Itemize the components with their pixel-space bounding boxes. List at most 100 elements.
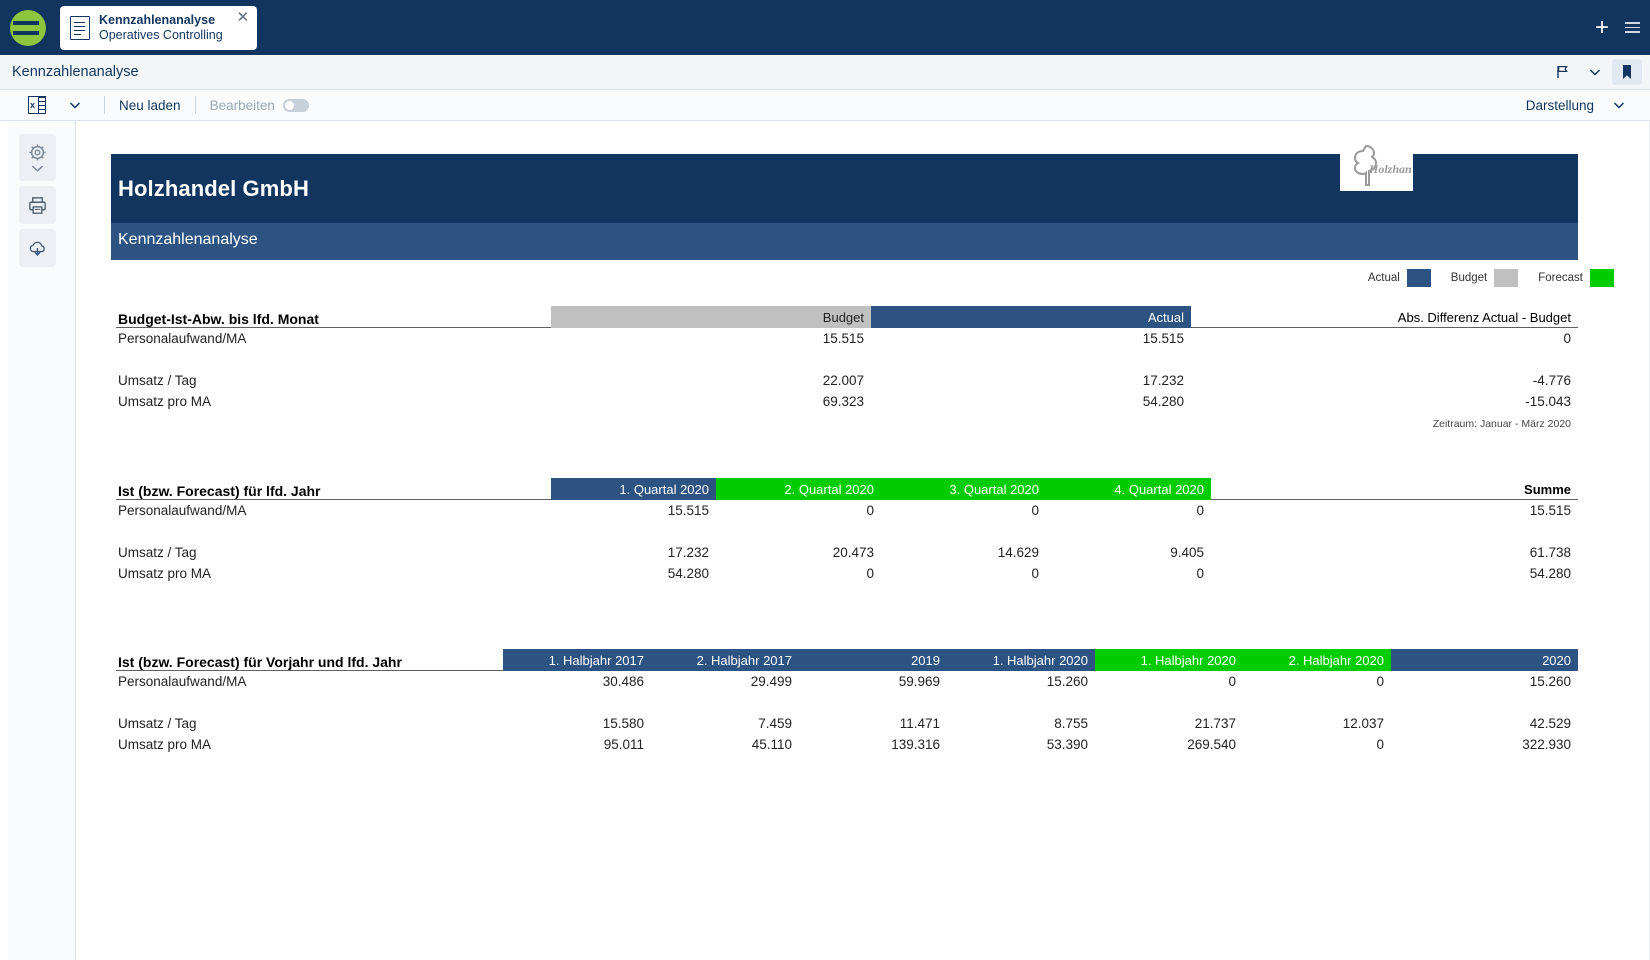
table-cell: 29.499 [750,674,792,689]
row-label: Umsatz pro MA [118,394,212,409]
table-cell: 322.930 [1522,737,1571,752]
table-cell: 95.011 [603,737,644,752]
table-cell: 0 [1563,331,1571,346]
row-label: Umsatz pro MA [118,566,212,581]
column-header: 2019 [799,649,947,671]
legend-swatch [1590,269,1614,287]
edit-toggle[interactable] [282,98,309,112]
table-cell [1095,692,1243,713]
table-cell: 15.260 [1529,674,1571,689]
legend-item: Forecast [1538,269,1614,287]
table-cell: 42.529 [1529,716,1571,731]
table-cell: 15.580 [602,716,644,731]
edit-label: Bearbeiten [209,97,275,113]
table-row: Umsatz pro MA 95.011 45.110 139.316 53.390 26… [111,734,1578,755]
document-tab[interactable]: Kennzahlenanalyse Operatives Controlling… [60,5,258,50]
table-cell: 15.515 [1142,331,1184,346]
table-row: Personalaufwand/MA 15.515 15.515 0 [111,328,1578,349]
document-icon [70,15,90,40]
legend-item: Budget [1450,269,1519,287]
table-cell: 0 [1196,566,1204,581]
table-cell [871,349,1191,370]
table-cell: 9.405 [1170,545,1204,560]
table-cell [1391,692,1578,713]
column-header: 1. Halbjahr 2017 [503,649,651,671]
download-button[interactable] [19,229,56,267]
view-menu-button[interactable]: Darstellung [1526,98,1594,113]
table-cell: 21.737 [1194,716,1236,731]
menu-icon[interactable] [1625,22,1650,33]
table-cell: 0 [1196,503,1204,518]
column-header: Summe [1524,481,1571,497]
legend-swatch [1494,269,1519,287]
legend: Actual Budget Forecast [1356,269,1614,287]
table-cell: 12.037 [1342,716,1384,731]
reload-button[interactable]: Neu laden [119,98,181,113]
table-cell: 0 [866,503,874,518]
table-cell: 15.515 [822,331,864,346]
table-cell: 7.459 [758,716,792,731]
table-cell [651,692,799,713]
legend-label: Forecast [1538,272,1583,284]
table-cell: 20.473 [832,545,874,560]
chevron-down-icon[interactable] [1580,59,1610,85]
row-label: Personalaufwand/MA [118,331,247,346]
column-header: 2. Halbjahr 2020 [1243,649,1391,671]
table-cell: -15.043 [1525,394,1571,409]
excel-export-icon[interactable]: x [28,96,46,114]
table-cell [1243,692,1391,713]
report-canvas: Holzhandel GmbH Holzhandel Kennzahlenana… [76,121,1650,960]
settings-button[interactable] [19,134,56,181]
add-tab-button[interactable]: + [1579,14,1625,42]
main-toolbar: x Neu laden Bearbeiten Darstellung [0,90,1650,121]
table-row: Personalaufwand/MA 30.486 29.499 59.969 15.2… [111,671,1578,692]
view-menu-chevron-icon[interactable] [1604,92,1634,118]
row-label: Umsatz pro MA [118,737,212,752]
table-row [111,349,1578,370]
table-cell: 269.540 [1187,737,1236,752]
table-cell [716,521,881,542]
column-header: Abs. Differenz Actual - Budget [1397,309,1571,325]
table-row: Umsatz / Tag 15.580 7.459 11.471 8.755 21.737… [111,713,1578,734]
report-section: Budget-Ist-Abw. bis lfd. Monat Budget Actu… [111,306,1578,430]
printer-icon [29,196,46,214]
row-label: Umsatz / Tag [118,373,197,388]
table-row: Umsatz / Tag 22.007 17.232 -4.776 [111,370,1578,391]
table-cell: 0 [1031,503,1039,518]
legend-label: Budget [1450,272,1488,284]
table-row [111,692,1578,713]
table-cell: 8.755 [1054,716,1088,731]
table-row: Umsatz pro MA 54.280 0 0 0 54.280 [111,563,1578,584]
table-cell [551,349,871,370]
table-cell: 14.629 [997,545,1039,560]
bookmark-icon[interactable] [1612,59,1642,85]
report-section: Ist (bzw. Forecast) für Vorjahr und lfd.… [111,649,1578,755]
legend-swatch [1406,269,1431,287]
flag-icon[interactable] [1548,59,1578,85]
page-subheader: Kennzahlenanalyse [0,55,1650,90]
table-cell [1046,521,1211,542]
table-cell [799,692,947,713]
column-header: Budget [551,306,871,328]
table-cell: 54.280 [1529,566,1571,581]
section-title: Ist (bzw. Forecast) für Vorjahr und lfd.… [118,654,402,670]
row-label: Umsatz / Tag [118,716,197,731]
report-section: Ist (bzw. Forecast) für lfd. Jahr 1. Quar… [111,478,1578,584]
table-cell: 139.316 [891,737,940,752]
export-dropdown-chevron-icon[interactable] [60,92,90,118]
table-cell [1211,521,1578,542]
table-cell [947,692,1095,713]
print-button[interactable] [19,186,56,224]
table-cell [503,692,651,713]
table-cell: 45.110 [751,737,792,752]
section-title: Budget-Ist-Abw. bis lfd. Monat [118,311,319,327]
tab-subtitle: Operatives Controlling [99,27,223,42]
table-cell [881,521,1046,542]
gear-icon [29,144,46,160]
table-cell: 0 [866,566,874,581]
column-header: 1. Halbjahr 2020 [947,649,1095,671]
close-icon[interactable]: ✕ [237,10,250,25]
table-cell: 53.390 [1046,737,1088,752]
page-title: Kennzahlenanalyse [12,64,139,80]
table-row [111,521,1578,542]
